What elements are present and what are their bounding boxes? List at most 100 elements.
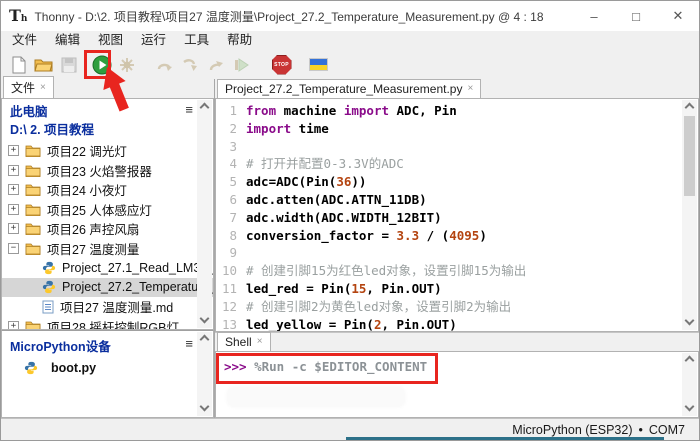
scroll-down-icon[interactable] bbox=[200, 314, 210, 324]
tree-item-p28[interactable]: + 项目28 摇杆控制RGB灯 bbox=[2, 317, 213, 331]
blurred-output bbox=[226, 386, 406, 408]
code-line-9: 9 bbox=[216, 244, 698, 262]
expander-icon[interactable]: + bbox=[8, 204, 19, 215]
interpreter-label[interactable]: MicroPython (ESP32) bbox=[512, 423, 632, 437]
minimize-button[interactable]: – bbox=[573, 1, 615, 31]
folder-icon bbox=[25, 242, 41, 255]
maximize-button[interactable]: □ bbox=[615, 1, 657, 31]
folder-icon bbox=[25, 183, 41, 196]
shell-scrollbar[interactable] bbox=[682, 353, 697, 416]
scroll-down-icon[interactable] bbox=[685, 316, 695, 326]
tree-item-p22[interactable]: +项目22 调光灯 bbox=[2, 141, 213, 161]
scroll-up-icon[interactable] bbox=[685, 356, 695, 366]
this-computer-link[interactable]: 此电脑 bbox=[2, 99, 213, 121]
device-file-boot.py[interactable]: boot.py bbox=[2, 358, 213, 378]
code-line-1: 1from machine import ADC, Pin bbox=[216, 102, 698, 120]
tree-item-p27-2[interactable]: Project_27.2_Temperature_M bbox=[2, 278, 213, 298]
window-title: Thonny - D:\2. 项目教程\项目27 温度测量\Project_27… bbox=[34, 8, 543, 25]
tree-item-p23[interactable]: +项目23 火焰警报器 bbox=[2, 161, 213, 181]
tree-item-p27-1[interactable]: Project_27.1_Read_LM35_Te bbox=[2, 258, 213, 278]
editor-tab-label: Project_27.2_Temperature_Measurement.py bbox=[225, 82, 462, 96]
editor-area: Project_27.2_Temperature_Measurement.py … bbox=[215, 79, 699, 418]
expander-icon[interactable]: + bbox=[8, 145, 19, 156]
port-label[interactable]: COM7 bbox=[649, 423, 685, 437]
line-number: 3 bbox=[216, 138, 246, 156]
close-button[interactable]: ✕ bbox=[657, 1, 699, 31]
tree-item-p27-md[interactable]: 项目27 温度测量.md bbox=[2, 297, 213, 317]
python-file-icon bbox=[42, 261, 56, 275]
open-file-button[interactable] bbox=[31, 52, 56, 77]
code-line-11: 11led_red = Pin(15, Pin.OUT) bbox=[216, 280, 698, 298]
menu-edit[interactable]: 编辑 bbox=[46, 31, 89, 50]
files-tab-close-icon[interactable]: × bbox=[40, 83, 46, 93]
editor-tab-close-icon[interactable]: × bbox=[467, 84, 473, 94]
tree-item-p27[interactable]: −项目27 温度测量 bbox=[2, 239, 213, 259]
folder-icon bbox=[25, 164, 41, 177]
files-tab-label: 文件 bbox=[11, 79, 35, 96]
device-scrollbar[interactable] bbox=[197, 332, 212, 416]
expander-icon[interactable]: + bbox=[8, 321, 19, 330]
scrollbar-thumb[interactable] bbox=[684, 116, 695, 196]
shell-tab-label: Shell bbox=[225, 335, 252, 349]
code-editor[interactable]: 1from machine import ADC, Pin2import tim… bbox=[215, 98, 699, 332]
tree-item-p26[interactable]: +项目26 声控风扇 bbox=[2, 219, 213, 239]
files-panel: 此电脑 ≡ D:\ 2. 项目教程 +项目22 调光灯+项目23 火焰警报器+项… bbox=[1, 98, 214, 330]
step-into-icon bbox=[182, 58, 200, 72]
menu-bar: 文件编辑视图运行工具帮助 bbox=[1, 31, 699, 50]
code-line-13: 13led_yellow = Pin(2, Pin.OUT) bbox=[216, 316, 698, 332]
markdown-file-icon bbox=[42, 300, 54, 314]
expander-icon[interactable]: + bbox=[8, 223, 19, 234]
editor-scrollbar[interactable] bbox=[682, 100, 697, 330]
code-line-3: 3 bbox=[216, 138, 698, 156]
scroll-up-icon[interactable] bbox=[200, 103, 210, 113]
shell-command: %Run -c $EDITOR_CONTENT bbox=[247, 359, 428, 374]
left-sidebar: 文件 × 此电脑 ≡ D:\ 2. 项目教程 +项目22 调光灯+项目23 火焰… bbox=[1, 79, 215, 418]
scroll-down-icon[interactable] bbox=[200, 402, 210, 412]
new-file-button[interactable] bbox=[6, 52, 31, 77]
files-menu-icon[interactable]: ≡ bbox=[185, 103, 193, 116]
tree-item-label: 项目24 小夜灯 bbox=[47, 180, 127, 199]
files-scrollbar[interactable] bbox=[197, 100, 212, 328]
stop-restart-button[interactable]: STOP bbox=[269, 52, 294, 77]
line-number: 13 bbox=[216, 316, 246, 332]
code-line-7: 7adc.width(ADC.WIDTH_12BIT) bbox=[216, 209, 698, 227]
menu-view[interactable]: 视图 bbox=[89, 31, 132, 50]
thonny-window: Th Thonny - D:\2. 项目教程\项目27 温度测量\Project… bbox=[0, 0, 700, 441]
scroll-down-icon[interactable] bbox=[685, 402, 695, 412]
tab-editor-file[interactable]: Project_27.2_Temperature_Measurement.py … bbox=[217, 79, 481, 98]
resume-button bbox=[228, 52, 253, 77]
tab-shell[interactable]: Shell × bbox=[217, 332, 271, 351]
tree-item-p25[interactable]: +项目25 人体感应灯 bbox=[2, 200, 213, 220]
tree-item-label: 项目27 温度测量.md bbox=[60, 297, 173, 316]
device-file-list: boot.py bbox=[2, 358, 213, 378]
menu-help[interactable]: 帮助 bbox=[218, 31, 261, 50]
new-file-icon bbox=[11, 56, 27, 74]
shell-panel[interactable]: >>> %Run -c $EDITOR_CONTENT bbox=[215, 351, 699, 418]
expander-icon[interactable]: + bbox=[8, 165, 19, 176]
open-folder-icon bbox=[34, 57, 53, 73]
run-current-script-button[interactable] bbox=[89, 52, 114, 77]
expander-icon[interactable]: − bbox=[8, 243, 19, 254]
menu-run[interactable]: 运行 bbox=[132, 31, 175, 50]
current-path-link[interactable]: D:\ 2. 项目教程 bbox=[2, 121, 213, 141]
code-line-12: 12# 创建引脚2为黄色led对象，设置引脚2为输出 bbox=[216, 298, 698, 316]
scroll-up-icon[interactable] bbox=[685, 103, 695, 113]
expander-icon[interactable]: + bbox=[8, 184, 19, 195]
line-number: 5 bbox=[216, 173, 246, 191]
code-line-5: 5adc=ADC(Pin(36)) bbox=[216, 173, 698, 191]
folder-icon bbox=[25, 222, 41, 235]
device-menu-icon[interactable]: ≡ bbox=[185, 337, 193, 350]
tree-item-label: 项目28 摇杆控制RGB灯 bbox=[47, 317, 179, 330]
shell-tab-close-icon[interactable]: × bbox=[257, 337, 263, 347]
menu-tools[interactable]: 工具 bbox=[175, 31, 218, 50]
tab-files[interactable]: 文件 × bbox=[3, 76, 54, 98]
save-file-button bbox=[56, 52, 81, 77]
tree-item-p24[interactable]: + 项目24 小夜灯 bbox=[2, 180, 213, 200]
language-flag-button[interactable] bbox=[306, 52, 331, 77]
menu-file[interactable]: 文件 bbox=[3, 31, 46, 50]
debug-bug-icon bbox=[118, 56, 136, 74]
device-panel-title: MicroPython设备 bbox=[2, 331, 213, 358]
scroll-up-icon[interactable] bbox=[200, 335, 210, 345]
title-bar: Th Thonny - D:\2. 项目教程\项目27 温度测量\Project… bbox=[1, 1, 699, 31]
run-icon bbox=[92, 55, 112, 75]
